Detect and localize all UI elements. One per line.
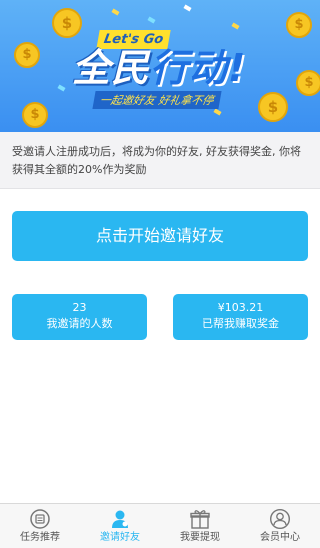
coin-icon: $ [258,92,288,122]
promo-banner: $ $ $ $ $ $ Let's Go 全民行动! 一起邀好友 好礼拿不停 [0,0,320,132]
tab-withdraw[interactable]: 我要提现 [160,504,240,548]
confetti-decoration [111,8,120,16]
confetti-decoration [147,16,156,24]
invite-description: 受邀请人注册成功后，将成为你的好友, 好友获得奖金, 你将获得其全额的20%作为… [0,132,320,189]
reward-amount-card[interactable]: ¥103.21 已帮我赚取奖金 [173,294,308,340]
coin-icon: $ [52,8,82,38]
invited-count-label: 我邀请的人数 [46,317,113,330]
confetti-decoration [213,108,222,116]
banner-headline: 全民行动! [72,42,272,94]
banner-subline: 一起邀好友 好礼拿不停 [92,91,222,109]
tab-label: 邀请好友 [100,532,140,543]
confetti-decoration [183,4,192,12]
headline-part1: 全民 [72,46,151,90]
profile-icon [269,508,291,530]
tab-label: 我要提现 [180,532,220,543]
tab-label: 会员中心 [260,532,300,543]
bottom-tab-bar: 任务推荐 邀请好友 我要提现 会员中心 [0,503,320,548]
tab-label: 任务推荐 [20,532,60,543]
tab-member-center[interactable]: 会员中心 [240,504,320,548]
task-icon [30,509,50,529]
headline-part2: 行动! [150,46,247,90]
reward-amount-value: ¥103.21 [217,301,264,314]
tab-task-recommend[interactable]: 任务推荐 [0,504,80,548]
confetti-decoration [57,84,66,92]
gift-icon [190,510,210,529]
invited-count-card[interactable]: 23 我邀请的人数 [12,294,147,340]
coin-icon: $ [22,102,48,128]
invited-count-value: 23 [72,301,87,314]
coin-icon: $ [14,42,40,68]
confetti-decoration [231,22,240,30]
user-icon [112,510,128,528]
coin-icon: $ [286,12,312,38]
coin-icon: $ [296,70,320,96]
start-invite-button[interactable]: 点击开始邀请好友 [12,211,308,261]
reward-amount-label: 已帮我赚取奖金 [202,317,279,330]
tab-invite-friends[interactable]: 邀请好友 [80,504,160,548]
